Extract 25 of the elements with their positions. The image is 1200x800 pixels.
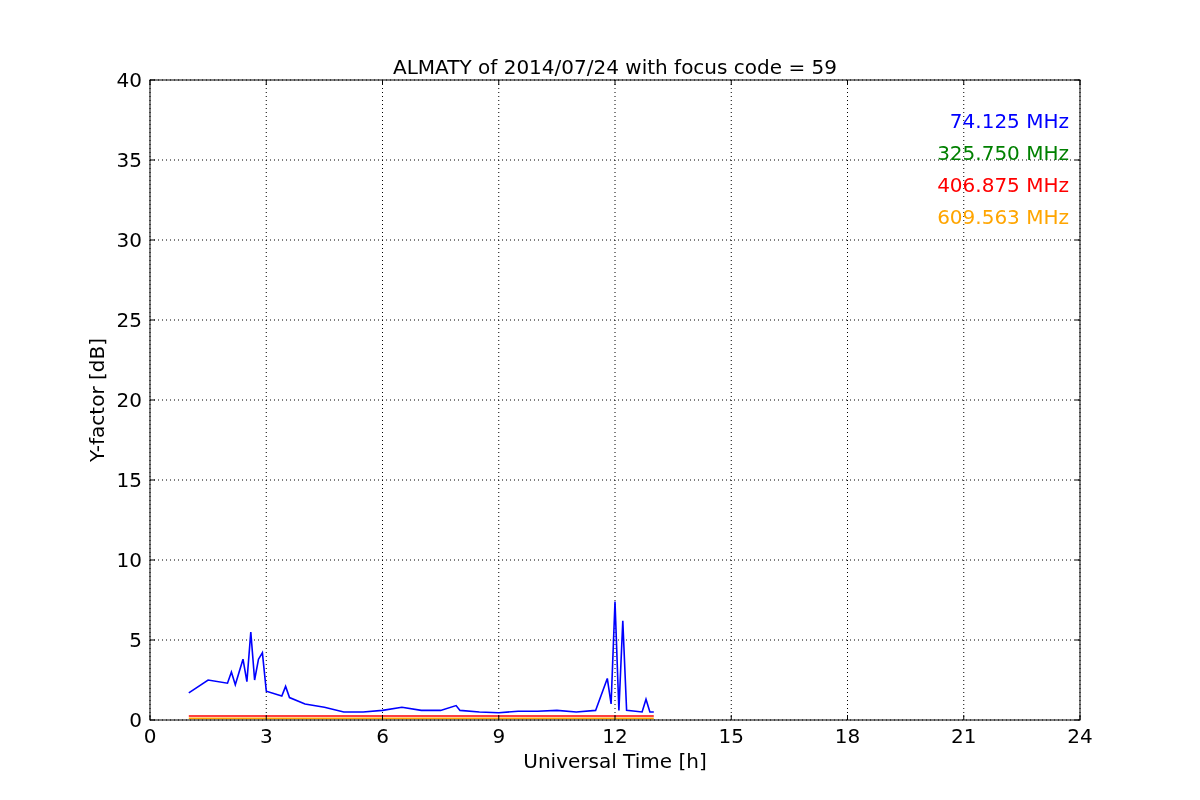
tick-label: 24 (1067, 724, 1093, 748)
tick-label: 9 (492, 724, 506, 748)
tick-label: 10 (116, 548, 142, 572)
tick-label: 20 (116, 388, 142, 412)
tick-label: 0 (129, 708, 142, 732)
tick-label: 35 (116, 148, 142, 172)
legend-label: 74.125 MHz (949, 109, 1069, 133)
legend-label: 325.750 MHz (937, 141, 1069, 165)
tick-label: 12 (602, 724, 628, 748)
tick-label: 15 (116, 468, 142, 492)
y-axis-label: Y-factor [dB] (85, 338, 109, 462)
tick-label: 5 (129, 628, 142, 652)
tick-label: 6 (376, 724, 389, 748)
tick-label: 0 (143, 724, 157, 748)
tick-label: 25 (116, 308, 142, 332)
x-axis-label: Universal Time [h] (523, 749, 707, 773)
tick-label: 3 (259, 724, 273, 748)
legend-label: 406.875 MHz (937, 173, 1069, 197)
tick-label: 15 (718, 724, 744, 748)
chart-title: ALMATY of 2014/07/24 with focus code = 59 (393, 55, 837, 79)
tick-label: 18 (834, 724, 861, 748)
legend-label: 609.563 MHz (937, 205, 1069, 229)
tick-label: 30 (116, 228, 142, 252)
tick-label: 21 (951, 724, 977, 748)
tick-label: 40 (116, 68, 142, 92)
